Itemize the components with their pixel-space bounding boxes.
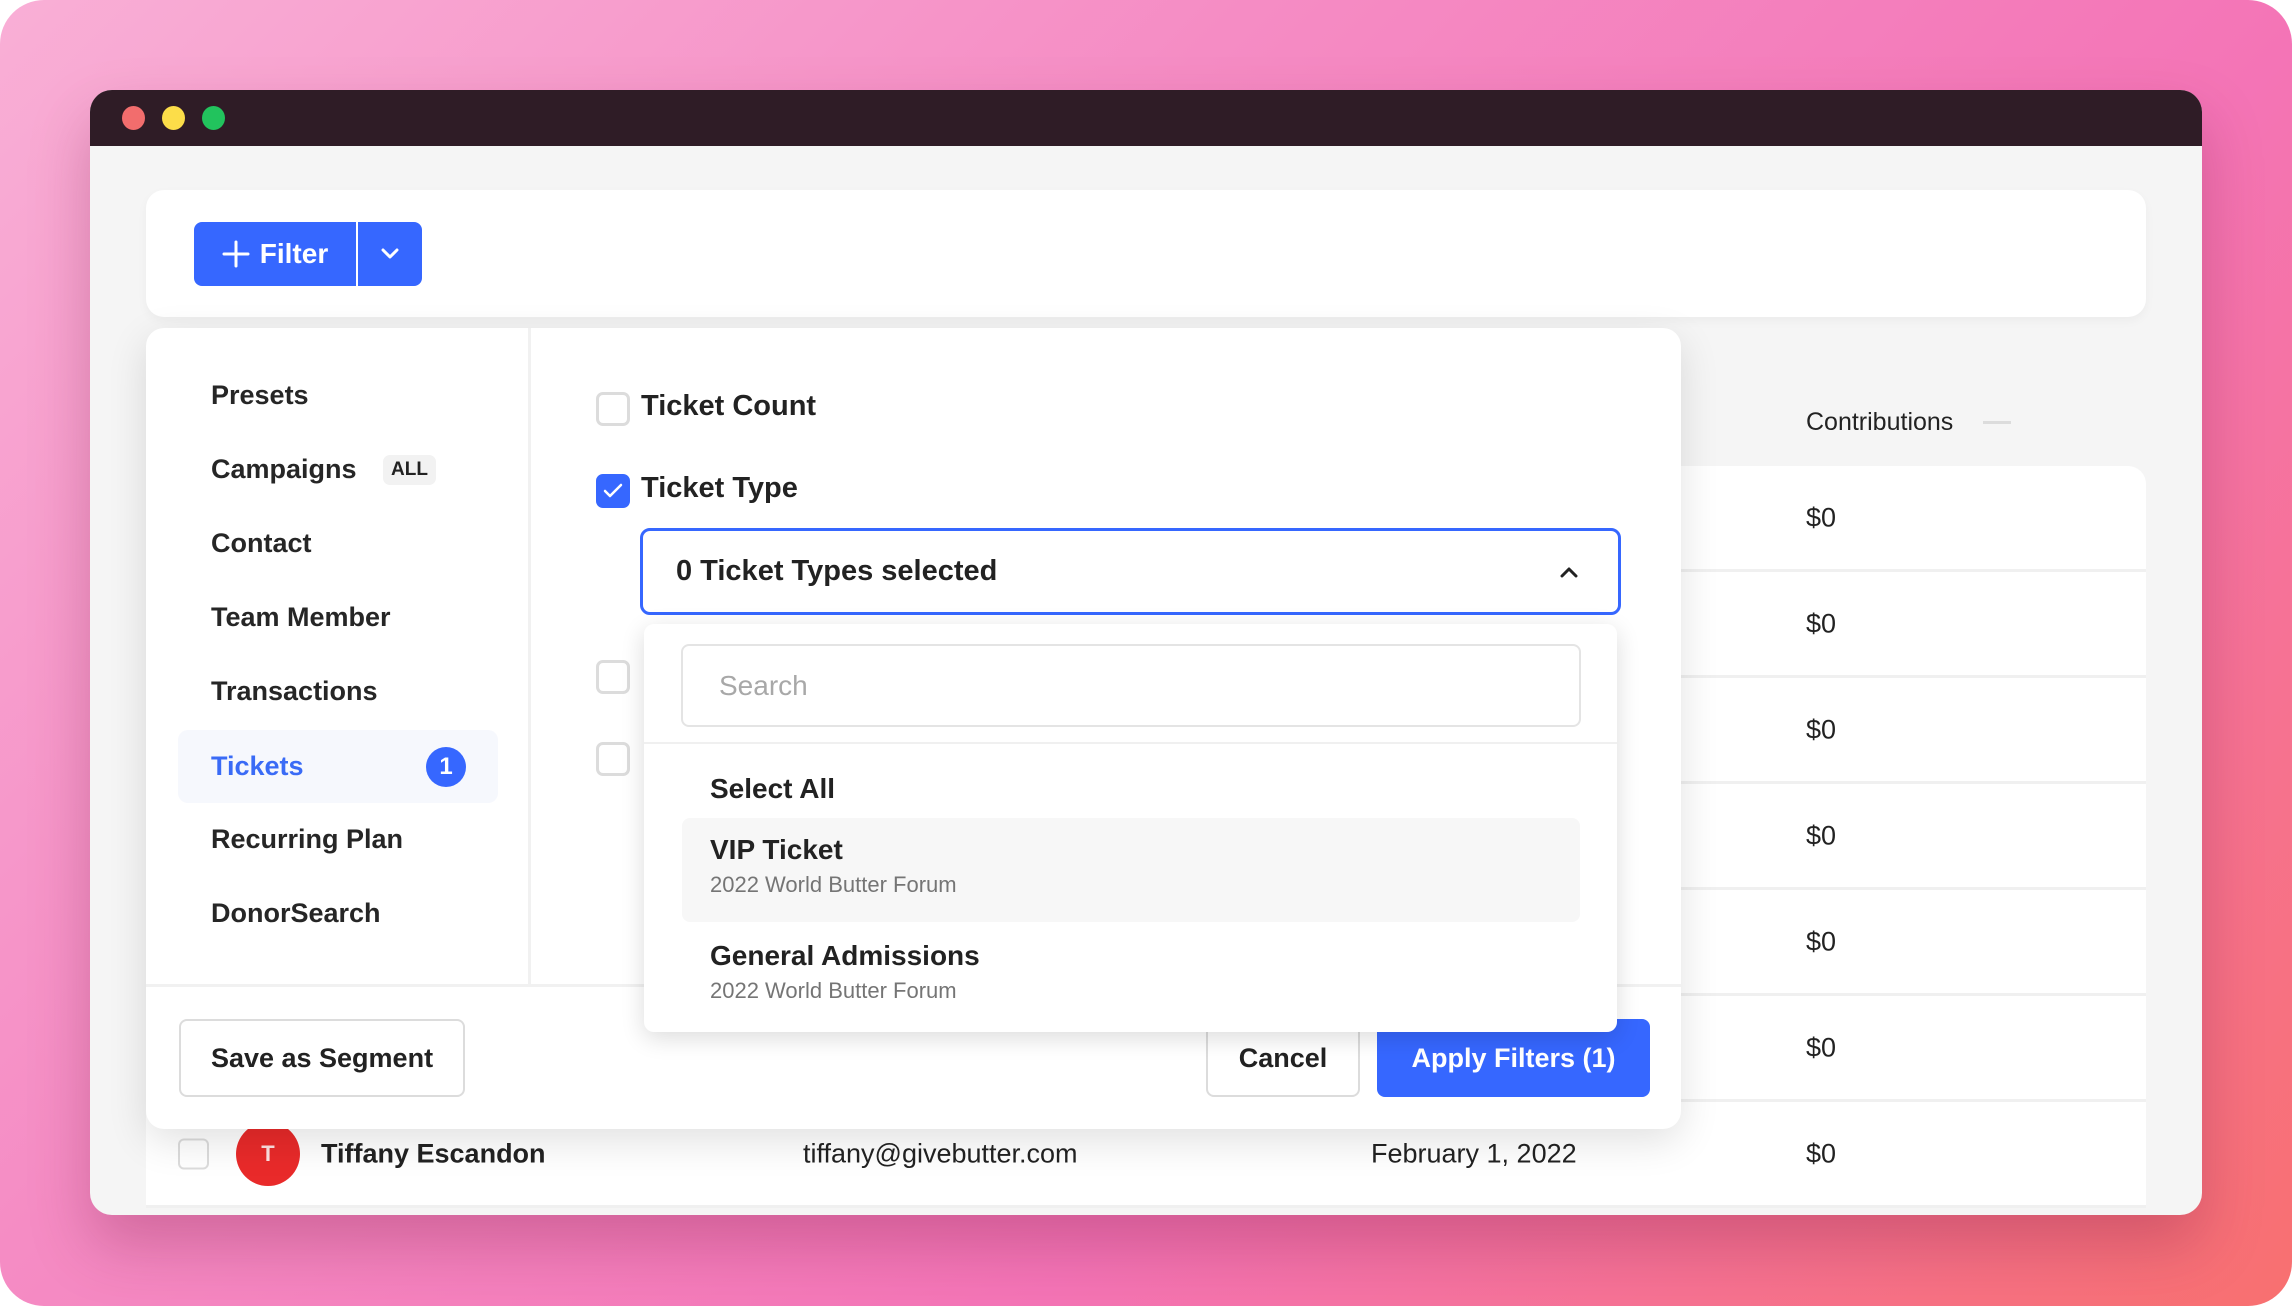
contact-name[interactable]: Tiffany Escandon <box>321 1138 546 1169</box>
contributions-cell: $0 <box>1806 714 1837 744</box>
category-tickets[interactable]: Tickets 1 <box>178 730 498 803</box>
ticket-type-option-general[interactable]: General Admissions 2022 World Butter For… <box>682 922 1580 1026</box>
ticket-type-option-vip[interactable]: VIP Ticket 2022 World Butter Forum <box>682 818 1580 922</box>
contact-email: tiffany@givebutter.com <box>803 1138 1078 1168</box>
avatar: T <box>236 1121 300 1186</box>
row-checkbox[interactable] <box>178 1138 209 1169</box>
option-checkbox[interactable] <box>596 660 630 694</box>
contributions-cell: $0 <box>1806 820 1837 850</box>
maximize-window-button[interactable] <box>202 106 225 130</box>
category-label: Transactions <box>211 676 378 706</box>
category-label: Campaigns <box>211 454 357 484</box>
page-content: Filter Contributions $0 $0 $0 $0 $0 $0 T… <box>90 146 2202 1215</box>
ticket-type-select[interactable]: 0 Ticket Types selected <box>640 528 1621 615</box>
filter-toolbar: Filter <box>146 190 2146 317</box>
campaigns-all-badge: ALL <box>383 454 436 485</box>
ticket-type-dropdown: Select All VIP Ticket 2022 World Butter … <box>644 624 1617 1032</box>
table-header: Contributions <box>1806 408 2012 437</box>
filter-label: Filter <box>259 238 329 269</box>
select-all-option[interactable]: Select All <box>682 764 1580 814</box>
ticket-type-select-value: 0 Ticket Types selected <box>676 555 998 587</box>
contributions-cell: $0 <box>1806 1138 1837 1168</box>
close-window-button[interactable] <box>122 106 145 130</box>
category-label: Presets <box>211 380 309 410</box>
dash-icon <box>1983 421 2012 424</box>
category-transactions[interactable]: Transactions <box>178 655 498 728</box>
category-campaigns[interactable]: Campaigns ALL <box>178 433 498 506</box>
save-as-segment-button[interactable]: Save as Segment <box>179 1019 465 1097</box>
contributions-cell: $0 <box>1806 608 1837 638</box>
chevron-up-icon <box>1560 567 1578 577</box>
contributions-cell: $0 <box>1806 1032 1837 1062</box>
option-title: General Admissions <box>710 940 980 971</box>
plus-icon <box>222 240 250 268</box>
filter-panel: Presets Campaigns ALL Contact Team Membe… <box>146 328 1681 1129</box>
minimize-window-button[interactable] <box>162 106 185 130</box>
category-label: DonorSearch <box>211 898 381 928</box>
option-subtitle: 2022 World Butter Forum <box>710 978 957 1003</box>
category-label: Contact <box>211 528 312 558</box>
ticket-type-search-input[interactable] <box>681 644 1581 727</box>
ticket-count-checkbox[interactable] <box>596 392 630 426</box>
category-label: Tickets <box>211 751 304 781</box>
ticket-type-label[interactable]: Ticket Type <box>641 472 798 505</box>
contributions-cell: $0 <box>1806 502 1837 532</box>
checkmark-icon <box>603 483 623 498</box>
chevron-down-icon <box>381 248 399 259</box>
filter-options-button[interactable] <box>358 222 422 286</box>
category-recurring-plan[interactable]: Recurring Plan <box>178 803 498 876</box>
option-checkbox[interactable] <box>596 742 630 776</box>
category-team-member[interactable]: Team Member <box>178 581 498 654</box>
contact-date: February 1, 2022 <box>1371 1138 1577 1168</box>
category-presets[interactable]: Presets <box>178 359 498 432</box>
contributions-cell: $0 <box>1806 926 1837 956</box>
option-subtitle: 2022 World Butter Forum <box>710 872 957 897</box>
dropdown-divider <box>644 742 1617 744</box>
app-window: Filter Contributions $0 $0 $0 $0 $0 $0 T… <box>90 90 2202 1215</box>
category-contact[interactable]: Contact <box>178 507 498 580</box>
tickets-count-badge: 1 <box>426 746 466 787</box>
select-all-label: Select All <box>710 773 836 804</box>
category-label: Recurring Plan <box>211 824 404 854</box>
add-filter-button[interactable]: Filter <box>194 222 356 286</box>
column-header-contributions[interactable]: Contributions <box>1806 408 1953 437</box>
ticket-type-checkbox[interactable] <box>596 474 630 508</box>
category-label: Team Member <box>211 602 391 632</box>
filter-category-list: Presets Campaigns ALL Contact Team Membe… <box>146 328 531 984</box>
title-bar <box>90 90 2202 146</box>
ticket-count-label[interactable]: Ticket Count <box>641 390 816 423</box>
category-donorsearch[interactable]: DonorSearch <box>178 877 498 950</box>
option-title: VIP Ticket <box>710 834 843 865</box>
